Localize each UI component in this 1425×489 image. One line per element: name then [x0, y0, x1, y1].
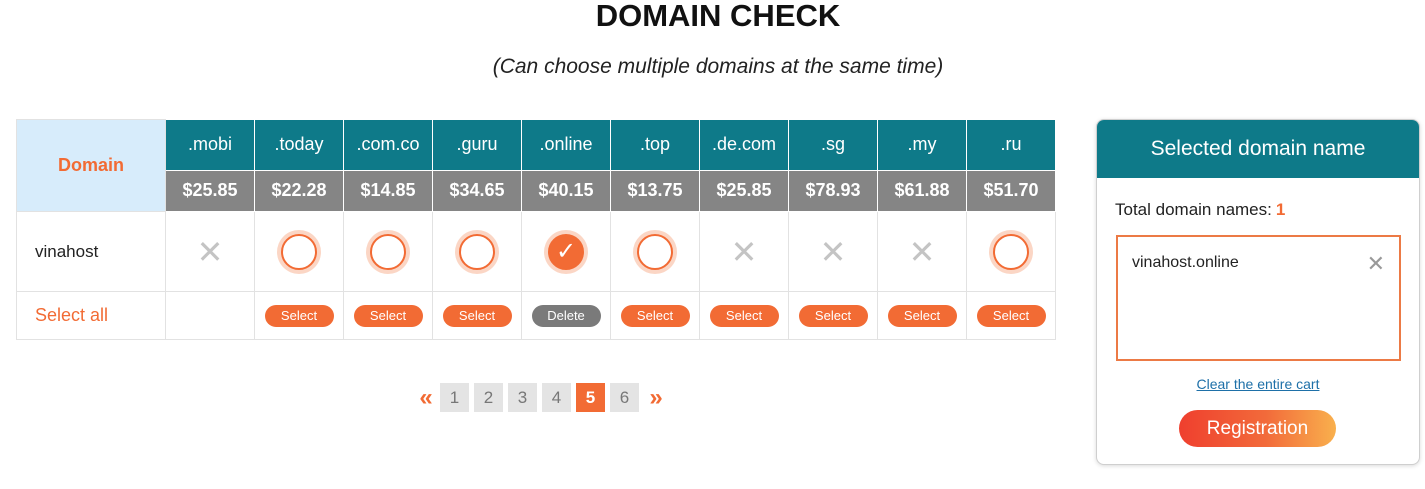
page-subtitle: (Can choose multiple domains at the same…	[492, 55, 944, 78]
pagination: « 123456 »	[414, 383, 668, 412]
tld-header: .mobi	[165, 119, 255, 171]
domain-name: vinahost	[16, 211, 166, 292]
select-button[interactable]: Select	[709, 304, 779, 327]
cart-item: vinahost.online	[1132, 254, 1239, 271]
tld-price: $14.85	[343, 169, 433, 213]
cart-items-box: vinahost.online ✕	[1116, 235, 1401, 361]
clear-cart-link[interactable]: Clear the entire cart	[1097, 376, 1419, 392]
availability-cell	[966, 211, 1056, 292]
x-mark-icon: ✕	[196, 233, 224, 270]
availability-cell: ✕	[699, 211, 789, 292]
tld-price: $22.28	[254, 169, 344, 213]
availability-cell	[610, 211, 700, 292]
page-title: DOMAIN CHECK	[595, 0, 841, 33]
x-mark-icon: ✕	[730, 233, 758, 270]
check-circle-icon[interactable]: ✓	[548, 233, 584, 270]
cart-header: Selected domain name	[1097, 120, 1419, 178]
tld-header: .today	[254, 119, 344, 171]
tld-price: $40.15	[521, 169, 611, 213]
page-number[interactable]: 4	[542, 383, 571, 412]
domain-table: Domain .mobi .today .com.co .guru .online .to…	[16, 119, 1056, 340]
tld-price: $25.85	[165, 169, 255, 213]
tld-header: .ru	[966, 119, 1056, 171]
x-mark-icon: ✕	[819, 233, 847, 270]
select-button[interactable]: Select	[264, 304, 334, 327]
tld-header-row: Domain .mobi .today .com.co .guru .online .to…	[16, 119, 1056, 212]
cart-total: Total domain names: 1	[1115, 200, 1285, 220]
x-mark-icon: ✕	[908, 233, 936, 270]
tld-price: $13.75	[610, 169, 700, 213]
tld-header: .sg	[788, 119, 878, 171]
next-page-arrow[interactable]: »	[644, 384, 668, 412]
action-cell: Select	[788, 291, 878, 340]
radio-circle-icon[interactable]	[459, 233, 495, 270]
availability-cell	[432, 211, 522, 292]
radio-circle-icon[interactable]	[281, 233, 317, 270]
tld-price: $78.93	[788, 169, 878, 213]
radio-circle-icon[interactable]	[993, 233, 1029, 270]
action-cell: Select	[877, 291, 967, 340]
tld-header: .de.com	[699, 119, 789, 171]
availability-cell	[254, 211, 344, 292]
select-button[interactable]: Select	[353, 304, 423, 327]
action-cell	[165, 291, 255, 340]
action-cell: Select	[610, 291, 700, 340]
tld-header: .my	[877, 119, 967, 171]
radio-circle-icon[interactable]	[637, 233, 673, 270]
cart-total-label: Total domain names:	[1115, 200, 1272, 219]
tld-price: $34.65	[432, 169, 522, 213]
tld-price: $25.85	[699, 169, 789, 213]
select-button[interactable]: Select	[976, 304, 1046, 327]
tld-price: $51.70	[966, 169, 1056, 213]
select-button[interactable]: Select	[887, 304, 957, 327]
availability-cell: ✓	[521, 211, 611, 292]
price-row: $25.85 $22.28 $14.85 $34.65 $40.15 $13.75 $25.…	[17, 169, 1056, 213]
action-cell: Select	[699, 291, 789, 340]
tld-header: .top	[610, 119, 700, 171]
page-number[interactable]: 1	[440, 383, 469, 412]
select-button[interactable]: Select	[798, 304, 868, 327]
delete-button[interactable]: Delete	[531, 304, 601, 327]
select-button[interactable]: Select	[442, 304, 512, 327]
availability-cell	[343, 211, 433, 292]
select-button[interactable]: Select	[620, 304, 690, 327]
remove-item-icon[interactable]: ✕	[1367, 251, 1385, 277]
action-cell: Delete	[521, 291, 611, 340]
action-cell: Select	[254, 291, 344, 340]
cart-panel: Selected domain name Total domain names:…	[1096, 119, 1420, 465]
registration-button[interactable]: Registration	[1179, 410, 1336, 447]
domain-row: vinahost ✕ ✓ ✕ ✕ ✕	[16, 211, 1056, 292]
action-cell: Select	[432, 291, 522, 340]
page-number[interactable]: 5	[576, 383, 605, 412]
page-number[interactable]: 2	[474, 383, 503, 412]
page-number[interactable]: 6	[610, 383, 639, 412]
prev-page-arrow[interactable]: «	[414, 384, 438, 412]
tld-header: .online	[521, 119, 611, 171]
action-cell: Select	[966, 291, 1056, 340]
radio-circle-icon[interactable]	[370, 233, 406, 270]
page-number[interactable]: 3	[508, 383, 537, 412]
select-all-link[interactable]: Select all	[16, 291, 166, 340]
availability-cell: ✕	[165, 211, 255, 292]
tld-price: $61.88	[877, 169, 967, 213]
action-row: Select all Select Select Select Delete Selec…	[16, 291, 1056, 340]
availability-cell: ✕	[877, 211, 967, 292]
tld-header: .com.co	[343, 119, 433, 171]
cart-total-count: 1	[1275, 200, 1286, 219]
domain-column-header: Domain	[16, 119, 166, 212]
action-cell: Select	[343, 291, 433, 340]
page-list: 123456	[440, 383, 644, 412]
tld-header: .guru	[432, 119, 522, 171]
availability-cell: ✕	[788, 211, 878, 292]
